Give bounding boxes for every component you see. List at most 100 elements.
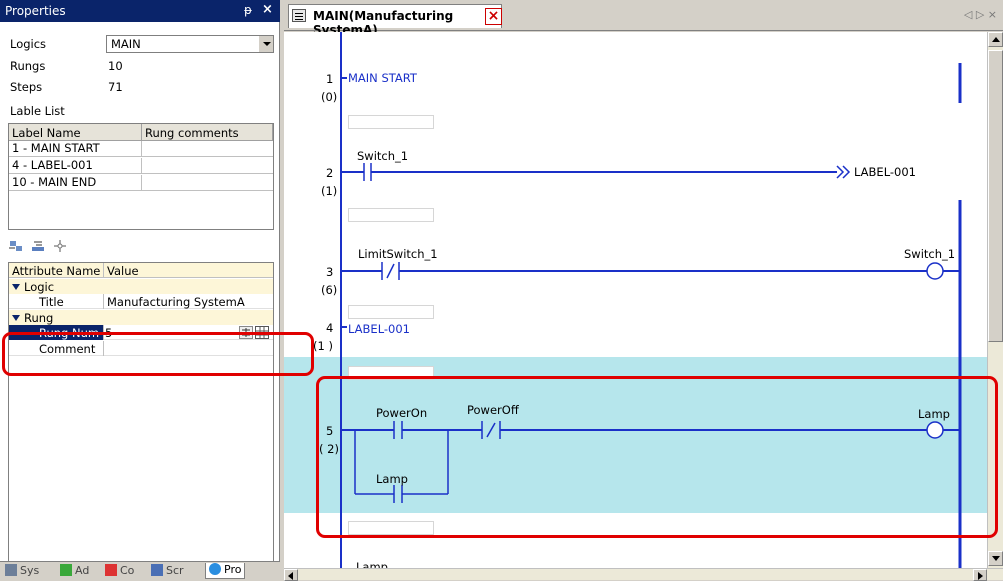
tab-navigation[interactable]: ◁ ▷ × [964,8,997,21]
tab-common[interactable]: Co [105,564,134,580]
rung-comment-box[interactable] [348,521,434,535]
rung-3[interactable] [341,262,960,280]
attribute-grid-header: Attribute Name Value [9,263,273,278]
contact-operand[interactable]: PowerOff [467,403,519,417]
scroll-down-button[interactable] [988,551,1003,566]
arrow-right-icon [978,572,983,580]
attribute-grid: Attribute Name Value Logic Title Manufac… [8,262,274,568]
ladder-editor-canvas[interactable]: 1 (0) 2 (1) 3 (6) 4 (1 ) 5 ( 2) MAIN STA… [284,32,987,568]
title-attribute-value[interactable]: Manufacturing SystemA [107,295,245,309]
rung-step: (1 ) [313,339,333,353]
title-attribute-label: Title [39,295,64,309]
table-row[interactable]: 10 - MAIN END [9,175,141,191]
alphabetical-sort-icon[interactable] [30,238,46,254]
rung-5[interactable] [341,421,960,503]
collapse-triangle-icon[interactable] [12,284,20,290]
table-cell[interactable] [141,175,273,191]
rung-comment-box[interactable] [348,115,434,129]
column-divider [103,294,104,309]
category-sort-icon[interactable] [8,238,24,254]
arrow-up-icon [992,37,1000,42]
column-divider [103,325,104,340]
rung-step: (1) [321,184,338,198]
arrow-down-icon [992,556,1000,561]
close-icon[interactable]: × [262,2,273,17]
grid-picker-icon[interactable] [255,326,269,339]
rung-step: (0) [321,90,338,104]
system-icon [5,564,17,576]
label-name-header[interactable]: Label Name [9,124,142,141]
contact-operand[interactable]: Switch_1 [357,149,408,163]
property-pages-icon[interactable] [52,238,68,254]
contact-operand[interactable]: Lamp [376,472,408,486]
comment-attribute-label: Comment [39,342,96,356]
arrow-left-icon [288,572,293,580]
chevron-down-icon[interactable] [258,36,273,52]
rung-num-input[interactable]: 5 [105,326,112,340]
horizontal-scrollbar[interactable] [284,568,1003,581]
label-list-title: Lable List [10,104,65,118]
tab-screen[interactable]: Scr [151,564,184,580]
rung-number: 2 [326,166,334,180]
tab-properties[interactable]: Pro [205,563,246,579]
scroll-left-button[interactable] [284,569,298,581]
logics-label: Logics [10,37,47,51]
table-cell[interactable] [141,158,273,174]
scroll-thumb[interactable] [988,50,1003,342]
value-header: Value [107,264,139,278]
title-attribute-row[interactable]: Title Manufacturing SystemA [9,294,273,309]
jump-target[interactable]: LABEL-001 [854,165,916,179]
rung-step: ( 2) [319,442,339,456]
label-list-table: Label Name Rung comments 1 - MAIN START … [8,123,274,230]
tab-main-logic[interactable]: MAIN(Manufacturing SystemA) × [288,4,502,37]
contact-operand[interactable]: LimitSwitch_1 [358,247,438,261]
rung-step: (6) [321,283,338,297]
scroll-up-button[interactable] [988,32,1003,47]
contact-operand[interactable]: PowerOn [376,406,427,420]
table-row[interactable]: 4 - LABEL-001 [9,158,141,174]
screen-icon [151,564,163,576]
table-cell[interactable] [141,141,273,157]
rung-comment-box[interactable] [348,208,434,222]
properties-panel: Properties ᵽ × Logics MAIN Rungs 10 Step… [0,0,280,580]
close-tab-icon[interactable]: × [485,8,502,25]
steps-label: Steps [10,80,43,94]
rung-comments-header[interactable]: Rung comments [142,124,273,141]
scroll-right-button[interactable] [973,569,987,581]
logics-value: MAIN [111,37,141,51]
steps-value: 71 [108,80,123,94]
coil-operand[interactable]: Lamp [918,407,950,421]
common-icon [105,564,117,576]
rungs-value: 10 [108,59,123,73]
rung-num-attribute-row[interactable]: Rung Num 5 [9,325,273,340]
rung-number: 4 [326,321,334,335]
rung-number: 1 [326,72,334,86]
tab-system[interactable]: Sys [5,564,39,580]
contact-operand[interactable]: Lamp [356,560,388,568]
comment-attribute-row[interactable]: Comment [9,341,273,356]
attribute-name-header: Attribute Name [12,264,101,278]
properties-icon [209,563,221,575]
coil-operand[interactable]: Switch_1 [904,247,955,261]
logic-category-row[interactable]: Logic [9,279,273,294]
rung-category-row[interactable]: Rung [9,310,273,325]
tab-address[interactable]: Ad [60,564,89,580]
pin-icon[interactable]: ᵽ [244,3,252,17]
rung-comment-box[interactable] [348,366,434,380]
ladder-logic-icon [292,9,306,22]
rung-2[interactable] [341,163,851,181]
logics-dropdown[interactable]: MAIN [106,35,274,53]
rung-category-label: Rung [24,311,54,325]
column-divider[interactable] [103,263,104,278]
spin-button-icon[interactable] [239,326,253,339]
collapse-triangle-icon[interactable] [12,315,20,321]
label-main-start[interactable]: MAIN START [348,71,417,85]
table-row[interactable]: 1 - MAIN START [9,141,141,157]
editor-tab-bar: MAIN(Manufacturing SystemA) × ◁ ▷ × [284,0,1003,37]
label-001[interactable]: LABEL-001 [348,322,410,336]
vertical-scrollbar[interactable] [987,32,1003,568]
rung-comment-box[interactable] [348,305,434,319]
properties-title: Properties [5,4,66,18]
bottom-tab-strip: Sys Ad Co Scr Pro [0,561,280,580]
rung-num-attribute-label: Rung Num [39,326,100,340]
